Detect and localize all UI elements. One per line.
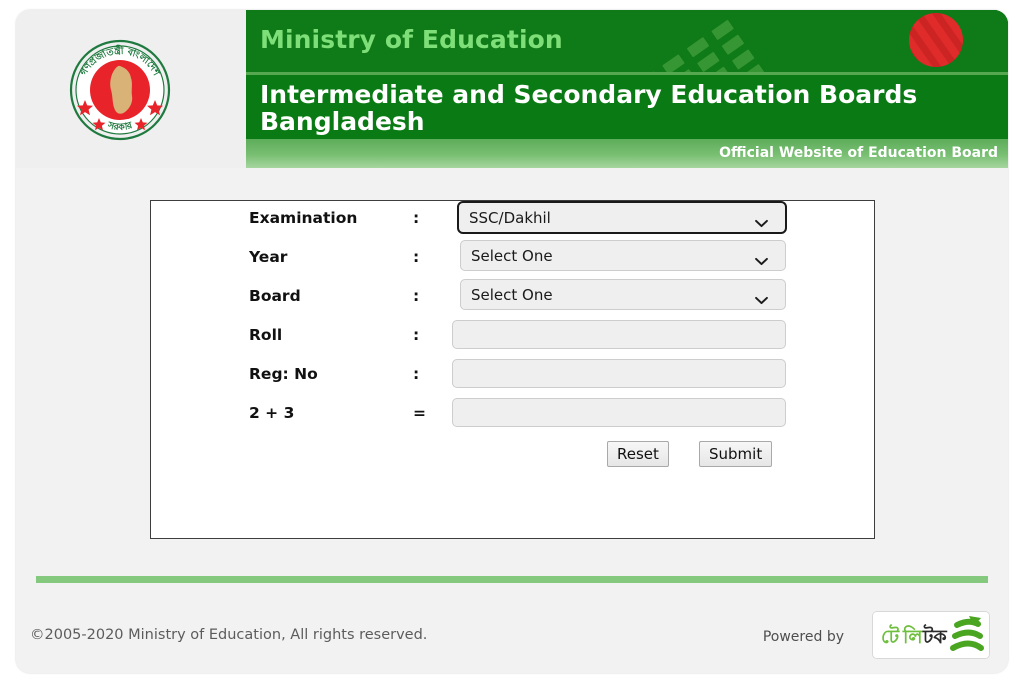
svg-text:টক: টক (922, 624, 947, 648)
official-tagline-bar: Official Website of Education Board (246, 139, 1008, 168)
page-frame: গণপ্রজাতন্ত্রী বাংলাদেশ সরকার Ministry o… (16, 10, 1008, 673)
main-content: Examination: SSC/Dakhil Year: Select One Boa… (16, 168, 1008, 568)
label-roll: Roll (249, 326, 283, 344)
svg-text:লি: লি (902, 625, 923, 648)
form-row-examination: Examination: SSC/Dakhil (151, 201, 876, 240)
header-decoration-graphic (648, 10, 1008, 72)
copyright-text: ©2005-2020 Ministry of Education, All ri… (30, 627, 428, 643)
form-row-board: Board: Select One (151, 279, 876, 318)
ministry-bar: Ministry of Education (246, 10, 1008, 72)
svg-text:টে: টে (881, 624, 900, 648)
reset-button[interactable]: Reset (607, 441, 669, 467)
select-examination[interactable]: SSC/Dakhil (457, 201, 787, 234)
input-captcha-sum[interactable] (452, 398, 786, 427)
boards-title: Intermediate and Secondary Education Boa… (260, 80, 918, 136)
form-row-captcha-sum: 2 + 3 = (151, 396, 876, 435)
separator-captcha-sum: = (413, 404, 426, 422)
site-header: গণপ্রজাতন্ত্রী বাংলাদেশ সরকার Ministry o… (16, 10, 1008, 168)
logo-cell: গণপ্রজাতন্ত্রী বাংলাদেশ সরকার (16, 10, 246, 168)
form-button-row: Reset Submit (151, 435, 876, 475)
header-banner: Ministry of Education Intermediate and S… (246, 10, 1008, 168)
label-registration-no: Reg: No (249, 365, 318, 383)
separator-registration-no: : (413, 365, 420, 383)
footer-divider (36, 576, 988, 583)
government-seal-icon: গণপ্রজাতন্ত্রী বাংলাদেশ সরকার (68, 38, 172, 142)
form-rows: Examination: SSC/Dakhil Year: Select One Boa… (151, 201, 876, 475)
separator-roll: : (413, 326, 420, 344)
input-roll[interactable] (452, 320, 786, 349)
form-row-roll: Roll: (151, 318, 876, 357)
submit-button[interactable]: Submit (699, 441, 773, 467)
powered-by-label: Powered by (762, 629, 844, 645)
form-row-registration-no: Reg: No: (151, 357, 876, 396)
select-wrap-year: Select One (151, 240, 876, 273)
select-board[interactable]: Select One (460, 279, 786, 310)
input-registration-no[interactable] (452, 359, 786, 388)
teletalk-logo: টে লি টক (872, 611, 990, 659)
form-row-year: Year: Select One (151, 240, 876, 279)
select-year[interactable]: Select One (460, 240, 786, 271)
result-search-form-panel: Examination: SSC/Dakhil Year: Select One Boa… (150, 200, 875, 539)
boards-bar: Intermediate and Secondary Education Boa… (246, 75, 1008, 139)
select-wrap-examination: SSC/Dakhil (151, 201, 876, 234)
site-footer: ©2005-2020 Ministry of Education, All ri… (16, 583, 1008, 673)
official-tagline: Official Website of Education Board (719, 145, 998, 161)
ministry-title: Ministry of Education (260, 25, 563, 54)
label-captcha-sum: 2 + 3 (249, 404, 295, 422)
select-wrap-board: Select One (151, 279, 876, 312)
